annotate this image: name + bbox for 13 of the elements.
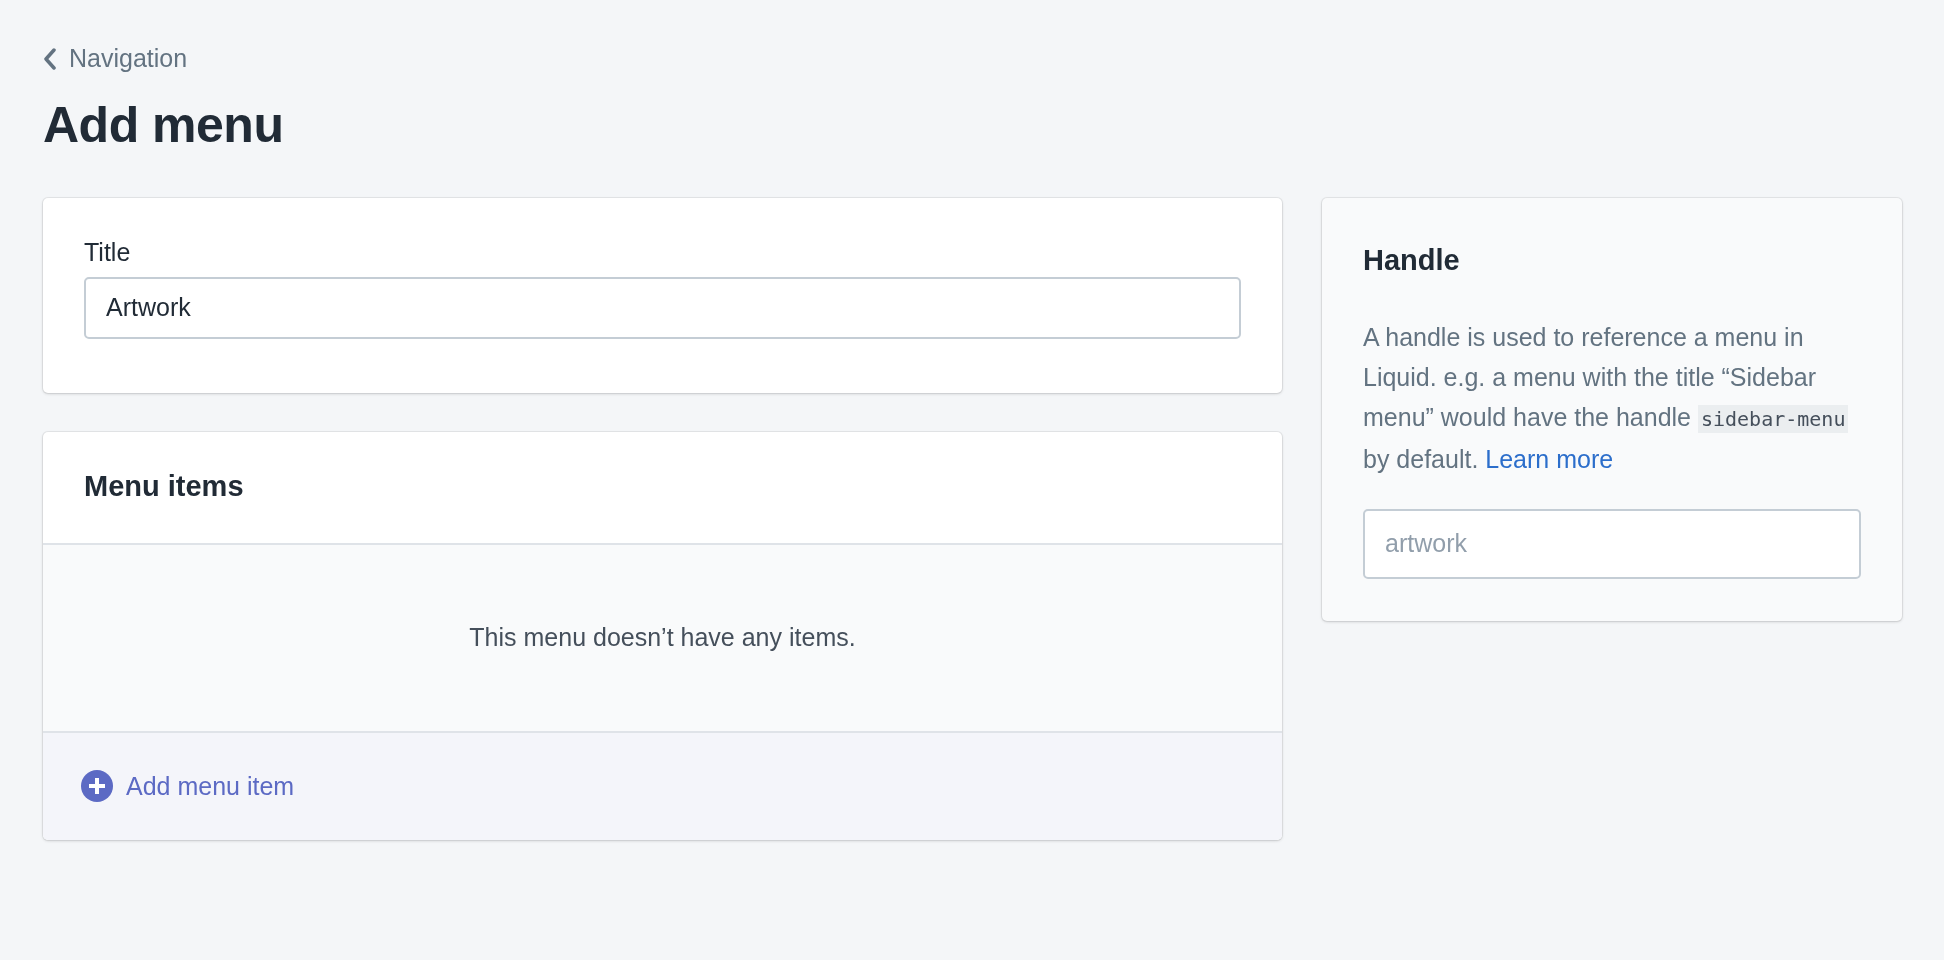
plus-circle-icon [81,770,113,802]
handle-description: A handle is used to reference a menu in Liquid. e.g. a menu with the title “Sidebar menu” would have the handle sidebar-menu by default. Learn more [1363,316,1861,479]
chevron-left-icon [43,47,57,70]
title-input-field[interactable]: Artwork [84,276,1241,339]
title-label: Title [84,237,132,267]
learn-more-link[interactable]: Learn more [1485,444,1614,473]
card-title: Handle [1363,243,1461,277]
empty-message: This menu doesn’t have any items. [469,623,856,652]
add-menu-item-button[interactable]: Add menu item [81,770,295,802]
card-title: Menu items [84,469,245,503]
page-title: Add menu [43,95,285,154]
back-link[interactable]: Navigation [43,44,188,73]
handle-input-field[interactable]: artwork [1363,508,1861,579]
